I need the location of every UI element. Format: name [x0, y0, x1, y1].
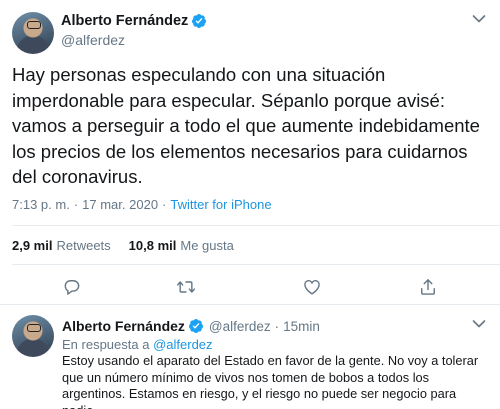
in-reply-prefix: En respuesta a — [62, 337, 150, 352]
avatar[interactable] — [12, 315, 54, 357]
share-icon[interactable] — [418, 277, 438, 297]
tweet-meta: 7:13 p. m. · 17 mar. 2020 · Twitter for … — [12, 197, 272, 212]
verified-badge-icon — [192, 14, 207, 28]
display-name[interactable]: Alberto Fernández — [62, 318, 185, 334]
main-tweet: Alberto Fernández @alferdez Hay personas… — [0, 0, 500, 304]
reply-text: Estoy usando el aparato del Estado en fa… — [62, 353, 479, 409]
reply-time[interactable]: 15min — [283, 319, 320, 334]
mention-link[interactable]: @alferdez — [153, 337, 212, 352]
reply-tweet[interactable]: Alberto Fernández @alferdez · 15min En r… — [0, 305, 500, 409]
retweet-icon[interactable] — [176, 277, 196, 297]
meta-separator: · — [274, 318, 280, 334]
tweet-actions — [0, 277, 500, 299]
handle[interactable]: @alferdez — [209, 319, 271, 334]
handle[interactable]: @alferdez — [61, 32, 207, 48]
chevron-down-icon[interactable] — [472, 319, 486, 329]
display-name[interactable]: Alberto Fernández — [61, 13, 188, 29]
retweets-count: 2,9 mil — [12, 238, 53, 253]
divider — [12, 264, 500, 265]
tweet-client-link[interactable]: Twitter for iPhone — [170, 197, 271, 212]
tweet-text: Hay personas especulando con una situaci… — [12, 64, 480, 187]
meta-separator: · — [162, 197, 167, 212]
display-name-row: Alberto Fernández — [61, 12, 207, 30]
tweet-stats: 2,9 mil Retweets 10,8 mil Me gusta — [12, 238, 234, 253]
divider — [12, 225, 500, 226]
heart-icon[interactable] — [302, 277, 322, 297]
tweet-time[interactable]: 7:13 p. m. — [12, 197, 70, 212]
verified-badge-icon — [188, 319, 203, 333]
likes-stat[interactable]: 10,8 mil Me gusta — [129, 238, 234, 253]
reply-icon[interactable] — [62, 277, 82, 297]
likes-count: 10,8 mil — [128, 238, 177, 253]
retweets-stat[interactable]: 2,9 mil Retweets — [12, 238, 111, 253]
likes-label: Me gusta — [180, 238, 234, 253]
author-block: Alberto Fernández @alferdez — [61, 12, 207, 48]
in-reply-to: En respuesta a @alferdez — [62, 337, 213, 352]
retweets-label: Retweets — [56, 238, 111, 253]
chevron-down-icon[interactable] — [472, 14, 486, 24]
meta-separator: · — [73, 197, 79, 212]
tweet-date[interactable]: 17 mar. 2020 — [82, 197, 158, 212]
avatar[interactable] — [12, 12, 54, 54]
reply-header: Alberto Fernández @alferdez · 15min — [62, 318, 320, 334]
